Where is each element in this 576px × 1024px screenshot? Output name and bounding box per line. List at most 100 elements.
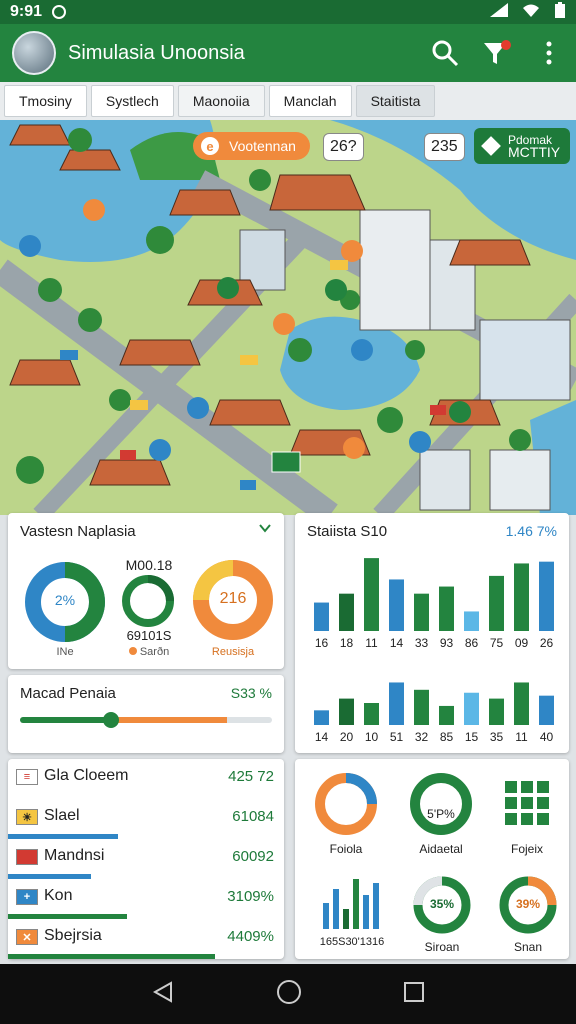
progress-value: S33 % bbox=[230, 685, 272, 701]
chart-tick-label: 35 bbox=[490, 730, 504, 744]
grid-icon bbox=[505, 781, 549, 825]
chart-tick-label: 32 bbox=[415, 730, 429, 744]
bar-chart-bottom: 14 20 10 51 32 85 15 35 11 40 bbox=[314, 682, 554, 744]
list-item[interactable]: ✕ Sbejrsia 4409% bbox=[8, 919, 284, 959]
donut1-label: INe bbox=[56, 646, 74, 658]
map-chip-label: Vootennan bbox=[229, 138, 296, 154]
list-item[interactable]: + Kon 3109% bbox=[8, 879, 284, 919]
overview-card[interactable]: Vastesn Naplasia 2% INe M00.18 69101S Sa… bbox=[8, 513, 284, 669]
status-bar: 9:91 bbox=[0, 0, 576, 24]
progress-title: Macad Penaia bbox=[20, 685, 116, 702]
tab-tmosiny[interactable]: Tmosiny bbox=[4, 85, 87, 117]
chart-bar bbox=[514, 682, 529, 725]
chart-tick-label: 10 bbox=[365, 730, 379, 744]
metric-tile[interactable]: 39% Snan bbox=[495, 875, 561, 954]
progress-card[interactable]: Macad Penaia S33 % bbox=[8, 675, 284, 753]
donut3-label: Reusisja bbox=[211, 646, 255, 658]
metric-tile[interactable]: 35% Siroan bbox=[409, 875, 475, 954]
list-item-name: Mandnsi bbox=[44, 847, 105, 864]
flag-icon bbox=[16, 849, 38, 865]
status-time: 9:91 bbox=[10, 3, 43, 20]
list-item-bar bbox=[8, 954, 215, 959]
chart-tick-label: 14 bbox=[315, 730, 329, 744]
chart-tick-label: 93 bbox=[440, 636, 454, 650]
chart-tick-label: 26 bbox=[540, 636, 554, 650]
chart-bar bbox=[439, 705, 454, 725]
filter-icon[interactable] bbox=[482, 38, 512, 68]
flag-icon: + bbox=[16, 889, 38, 905]
chart-bar bbox=[339, 698, 354, 725]
chart-bar bbox=[339, 593, 354, 631]
metric-tile[interactable]: 165S30'1316 bbox=[307, 869, 397, 948]
avatar[interactable] bbox=[12, 31, 56, 75]
chevron-down-icon[interactable] bbox=[258, 521, 272, 540]
chart-tick-label: 15 bbox=[465, 730, 479, 744]
bar-chart-top: 16 18 11 14 33 93 86 75 09 26 bbox=[314, 558, 554, 650]
chart-tick-label: 11 bbox=[515, 730, 528, 744]
tab-label: Systlech bbox=[105, 93, 159, 109]
chart-bar bbox=[364, 703, 379, 725]
app-bar: Simulasia Unoonsia bbox=[0, 24, 576, 82]
chart-tick-label: 85 bbox=[440, 730, 454, 744]
map-city-badge[interactable]: Pdomak MCTTIY bbox=[474, 128, 571, 164]
tab-systlech[interactable]: Systlech bbox=[90, 85, 174, 117]
map-count-badge-b[interactable]: 235 bbox=[424, 133, 465, 161]
metric-tile[interactable]: 5'P% Aidaetal bbox=[401, 771, 481, 856]
list-item[interactable]: Mandnsi 60092 bbox=[8, 839, 284, 879]
sync-icon bbox=[52, 5, 67, 19]
chart-bar bbox=[314, 710, 329, 725]
list-item-value: 61084 bbox=[232, 808, 274, 825]
metric-label: 165S30'1316 bbox=[319, 936, 385, 948]
chart-bar bbox=[314, 602, 329, 631]
ring-icon bbox=[410, 773, 472, 835]
tab-manclah[interactable]: Manclah bbox=[268, 85, 352, 117]
tab-staitista[interactable]: Staitista bbox=[355, 85, 436, 117]
donut1-value: 2% bbox=[54, 592, 76, 608]
donut-chart-sardn bbox=[122, 575, 174, 627]
list-item-name: Sbejrsia bbox=[44, 927, 102, 944]
more-vert-icon[interactable] bbox=[534, 38, 564, 68]
chart-bar bbox=[464, 611, 479, 631]
chart-tick-label: 18 bbox=[340, 636, 354, 650]
chart-tick-label: 20 bbox=[340, 730, 354, 744]
statistics-title: Staiista S10 bbox=[307, 523, 388, 540]
chart-bar bbox=[389, 682, 404, 725]
donut-icon bbox=[315, 773, 377, 835]
metric-tile[interactable]: Foiola bbox=[311, 771, 381, 856]
metric-tile[interactable]: Fojeix bbox=[495, 781, 559, 856]
chart-tick-label: 75 bbox=[490, 636, 504, 650]
tab-maonoiia[interactable]: Maonoiia bbox=[177, 85, 265, 117]
system-nav-bar bbox=[0, 964, 576, 1024]
metric-value: 35% bbox=[429, 897, 455, 911]
donut2-bottom: 69101S bbox=[126, 628, 172, 643]
statistics-value: 1.46 7% bbox=[505, 523, 557, 539]
chart-bar bbox=[389, 579, 404, 631]
location-icon: e bbox=[201, 137, 219, 155]
city-map[interactable] bbox=[0, 120, 576, 515]
chart-tick-label: 51 bbox=[390, 730, 404, 744]
progress-fill bbox=[20, 717, 111, 723]
back-icon[interactable] bbox=[151, 980, 175, 1009]
chart-bar bbox=[364, 558, 379, 631]
chart-tick-label: 86 bbox=[465, 636, 479, 650]
map-count-badge-a[interactable]: 26? bbox=[323, 133, 364, 161]
statistics-card[interactable]: Staiista S10 1.46 7% 16 18 11 14 33 93 86 75 09 2… bbox=[295, 513, 569, 753]
recents-icon[interactable] bbox=[403, 981, 425, 1008]
progress-slider-handle[interactable] bbox=[102, 712, 119, 728]
list-item[interactable]: ≡ Gla Cloeem 425 72 bbox=[8, 759, 284, 799]
donut2-legend-text: Sarðn bbox=[139, 646, 170, 658]
list-item[interactable]: ☀ Slael 61084 bbox=[8, 799, 284, 839]
search-icon[interactable] bbox=[430, 38, 460, 68]
chart-bar bbox=[514, 563, 529, 631]
donut3-value: 216 bbox=[219, 590, 247, 607]
chart-bar bbox=[414, 689, 429, 725]
flag-icon: ≡ bbox=[16, 769, 38, 785]
map-location-chip[interactable]: e Vootennan bbox=[193, 132, 310, 160]
home-icon[interactable] bbox=[276, 979, 302, 1010]
legend-dot-icon bbox=[128, 647, 137, 655]
diamond-icon bbox=[481, 136, 501, 156]
chart-tick-label: 16 bbox=[315, 636, 329, 650]
chart-bar bbox=[489, 698, 504, 725]
list-item-value: 4409% bbox=[227, 928, 274, 945]
flag-icon: ☀ bbox=[16, 809, 38, 825]
